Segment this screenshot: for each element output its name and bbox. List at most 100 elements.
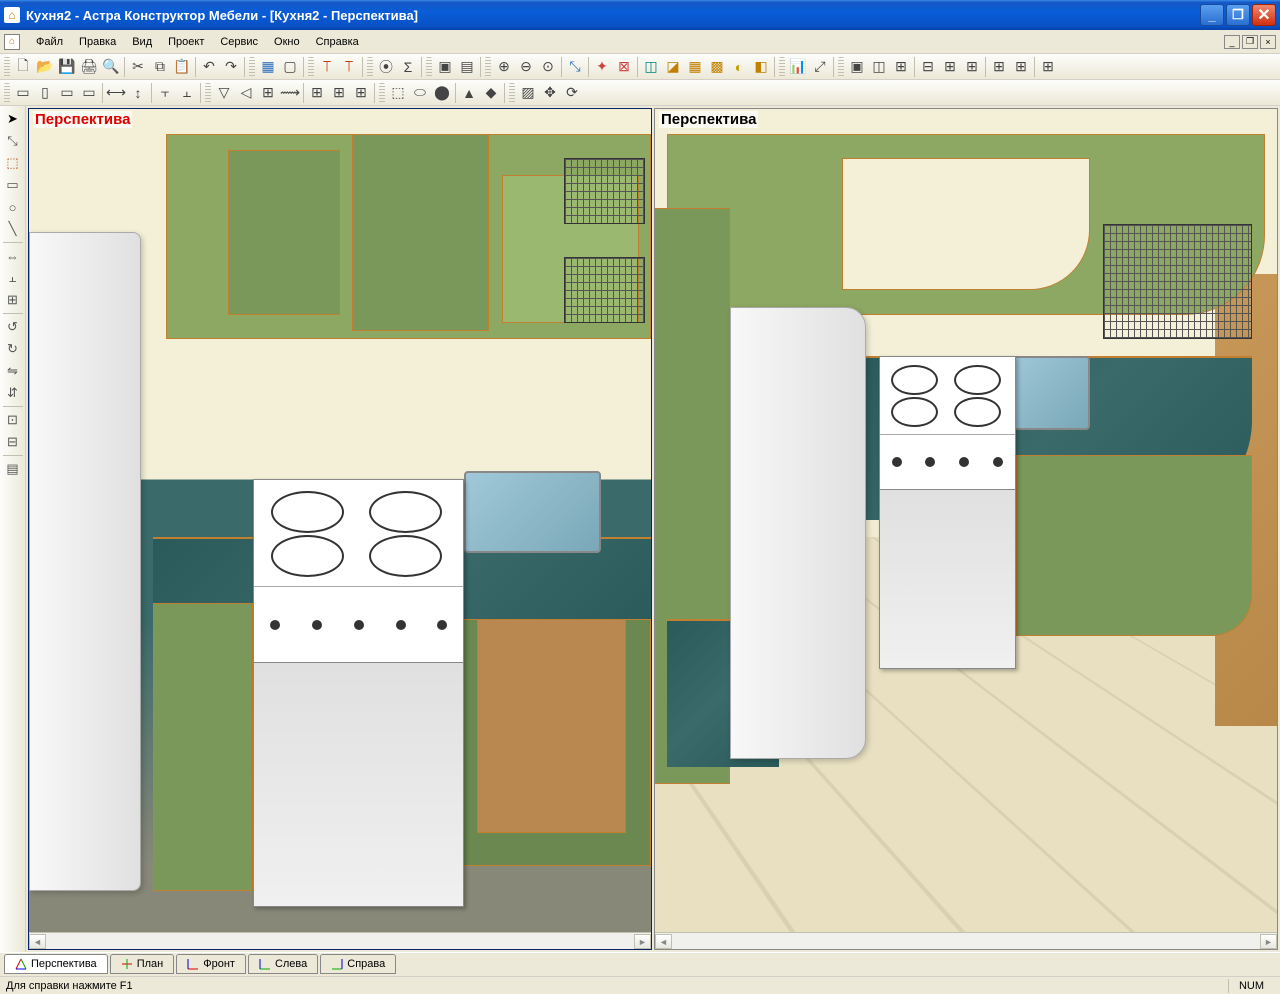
sum-icon[interactable]: Σ <box>397 56 419 78</box>
move-tool-icon[interactable]: ⇔ <box>2 245 24 267</box>
dim-v-icon[interactable]: ↕ <box>127 82 149 104</box>
mdi-restore-button[interactable]: ❐ <box>1242 35 1258 49</box>
zoom-in-icon[interactable]: ⊕ <box>493 56 515 78</box>
maximize-button[interactable]: ❐ <box>1226 4 1250 26</box>
insert-model-icon[interactable]: ⬚ <box>2 152 24 174</box>
select-icon[interactable]: ➤ <box>2 108 24 130</box>
zoom-fit-icon[interactable]: ⊙ <box>537 56 559 78</box>
scroll-left-icon[interactable]: ◄ <box>655 934 672 949</box>
minimize-button[interactable]: _ <box>1200 4 1224 26</box>
sphere-icon[interactable]: ⬤ <box>431 82 453 104</box>
textured-icon[interactable]: ▦ <box>684 56 706 78</box>
rotate-ccw-icon[interactable]: ↺ <box>2 316 24 338</box>
viewport-right-scrollbar[interactable]: ◄ ► <box>655 932 1277 949</box>
layout7-icon[interactable]: ⊞ <box>988 56 1010 78</box>
panel-add-icon[interactable]: ▭ <box>12 82 34 104</box>
grid2-icon[interactable]: ⊞ <box>328 82 350 104</box>
chart-icon[interactable]: 📊 <box>787 56 809 78</box>
snap-edge-icon[interactable]: ⟿ <box>279 82 301 104</box>
open-icon[interactable]: 📂 <box>34 56 56 78</box>
ungroup-icon[interactable]: ⊟ <box>2 431 24 453</box>
panel-vert-icon[interactable]: ▯ <box>34 82 56 104</box>
menu-project[interactable]: Проект <box>160 34 212 50</box>
menu-service[interactable]: Сервис <box>212 34 266 50</box>
cylinder-icon[interactable]: ⬭ <box>409 82 431 104</box>
toolbar-grip[interactable] <box>485 57 491 77</box>
copy-icon[interactable]: ⧉ <box>149 56 171 78</box>
align-tool-icon[interactable]: ⫠ <box>2 267 24 289</box>
layer-icon[interactable]: ▤ <box>2 458 24 480</box>
preview-icon[interactable]: 🔍 <box>100 56 122 78</box>
snap-box-icon[interactable]: ⊠ <box>613 56 635 78</box>
layout8-icon[interactable]: ⊞ <box>1010 56 1032 78</box>
dim-h-icon[interactable]: ⟷ <box>105 82 127 104</box>
menu-window[interactable]: Окно <box>266 34 308 50</box>
viewport-left-scrollbar[interactable]: ◄ ► <box>29 932 651 949</box>
layout4-icon[interactable]: ⊟ <box>917 56 939 78</box>
divide-h-icon[interactable]: ◁ <box>235 82 257 104</box>
layout9-icon[interactable]: ⊞ <box>1037 56 1059 78</box>
tab-right[interactable]: Справа <box>320 954 396 974</box>
group-icon[interactable]: ⊡ <box>2 409 24 431</box>
viewport-left-canvas[interactable]: Перспектива <box>29 109 651 932</box>
viewport-right-canvas[interactable]: Перспектива <box>655 109 1277 932</box>
save-icon[interactable]: 💾 <box>56 56 78 78</box>
material-icon[interactable]: ▦ <box>257 56 279 78</box>
divide-v-icon[interactable]: ▽ <box>213 82 235 104</box>
scroll-right-icon[interactable]: ► <box>1260 934 1277 949</box>
light-icon[interactable]: ◐ <box>728 56 750 78</box>
line-icon[interactable]: ╲ <box>2 218 24 240</box>
layout1-icon[interactable]: ▣ <box>846 56 868 78</box>
align-l-icon[interactable]: ⫟ <box>154 82 176 104</box>
circle-icon[interactable]: ○ <box>2 196 24 218</box>
tab-left[interactable]: Слева <box>248 954 318 974</box>
tab-perspective[interactable]: Перспектива <box>4 954 108 974</box>
layout3-icon[interactable]: ⊞ <box>890 56 912 78</box>
snap-tool-icon[interactable]: ⊞ <box>2 289 24 311</box>
scroll-left-icon[interactable]: ◄ <box>29 934 46 949</box>
print-icon[interactable]: 🖨 <box>78 56 100 78</box>
menu-edit[interactable]: Правка <box>71 34 124 50</box>
axis-tool-icon[interactable]: ⤡ <box>2 130 24 152</box>
toolbar-grip[interactable] <box>838 57 844 77</box>
cut-icon[interactable]: ✂ <box>127 56 149 78</box>
layout2-icon[interactable]: ◫ <box>868 56 890 78</box>
toolbar-grip[interactable] <box>379 83 385 103</box>
tab-front[interactable]: Фронт <box>176 954 246 974</box>
viewport-right[interactable]: Перспектива <box>654 108 1278 950</box>
redo-icon[interactable]: ↷ <box>220 56 242 78</box>
scroll-right-icon[interactable]: ► <box>634 934 651 949</box>
toolbar-grip[interactable] <box>308 57 314 77</box>
shadow-icon[interactable]: ◧ <box>750 56 772 78</box>
align-r-icon[interactable]: ⫠ <box>176 82 198 104</box>
new-icon[interactable]: 🗋 <box>12 56 34 78</box>
layout6-icon[interactable]: ⊞ <box>961 56 983 78</box>
mdi-doc-icon[interactable]: ⌂ <box>4 34 20 50</box>
mirror-h-icon[interactable]: ⇋ <box>2 360 24 382</box>
snap-center-icon[interactable]: ✦ <box>591 56 613 78</box>
snap-grid-icon[interactable]: ⊞ <box>257 82 279 104</box>
wireframe-icon[interactable]: ◫ <box>640 56 662 78</box>
menu-file[interactable]: Файл <box>28 34 71 50</box>
toolbar-grip[interactable] <box>4 57 10 77</box>
hatch-icon[interactable]: ▨ <box>517 82 539 104</box>
grid3-icon[interactable]: ⊞ <box>350 82 372 104</box>
pan-icon[interactable]: ⤡ <box>564 56 586 78</box>
toolbar-grip[interactable] <box>249 57 255 77</box>
screw-icon[interactable]: ⟙ <box>316 56 338 78</box>
paste-icon[interactable]: 📋 <box>171 56 193 78</box>
window-icon[interactable]: ▣ <box>434 56 456 78</box>
door-icon[interactable]: ▢ <box>279 56 301 78</box>
shaded-icon[interactable]: ◪ <box>662 56 684 78</box>
mirror-v-icon[interactable]: ⇵ <box>2 382 24 404</box>
panel-prop-icon[interactable]: ▭ <box>56 82 78 104</box>
panel-edit-icon[interactable]: ▭ <box>78 82 100 104</box>
shape1-icon[interactable]: ▲ <box>458 82 480 104</box>
zoom-out-icon[interactable]: ⊖ <box>515 56 537 78</box>
render-icon[interactable]: ▩ <box>706 56 728 78</box>
rotate-tool-icon[interactable]: ⟳ <box>561 82 583 104</box>
close-button[interactable]: ✕ <box>1252 4 1276 26</box>
menu-view[interactable]: Вид <box>124 34 160 50</box>
undo-icon[interactable]: ↶ <box>198 56 220 78</box>
toolbar-grip[interactable] <box>509 83 515 103</box>
